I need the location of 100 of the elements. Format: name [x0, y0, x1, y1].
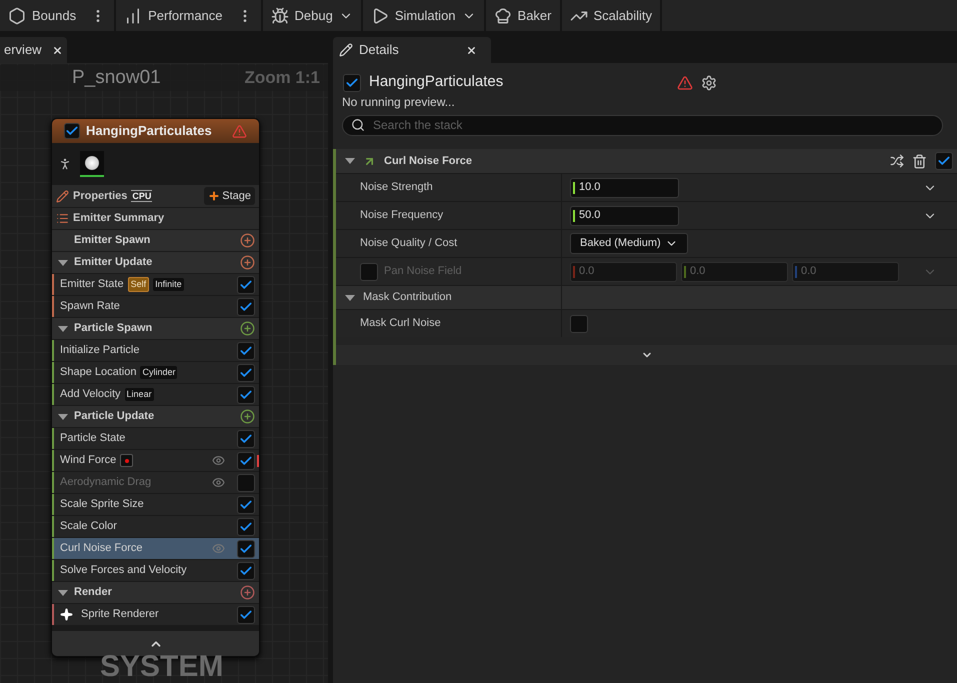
plus-icon	[208, 190, 220, 202]
check-icon	[937, 154, 951, 168]
checkbox[interactable]	[935, 152, 953, 170]
checkbox[interactable]	[237, 474, 255, 492]
module-row[interactable]: Sprite Renderer	[52, 603, 259, 625]
module-tag: Cylinder	[140, 366, 178, 379]
properties-label: Properties	[73, 188, 128, 204]
toolbar-icon	[270, 6, 289, 24]
checkbox[interactable]	[237, 452, 255, 470]
particle-thumbnail	[80, 151, 104, 177]
checkbox[interactable]	[237, 364, 255, 382]
close-icon[interactable]	[466, 44, 477, 56]
module-name: Scale Color	[60, 519, 117, 534]
toolbar-icon	[494, 6, 512, 24]
checkbox[interactable]	[237, 276, 255, 294]
module-name: Spawn Rate	[60, 299, 120, 314]
toolbar-button[interactable]: Bounds	[8, 6, 76, 26]
checkbox[interactable]	[237, 386, 255, 404]
list-icon	[56, 212, 69, 225]
module-row[interactable]: Solve Forces and Velocity	[52, 559, 259, 581]
add-module-icon[interactable]	[240, 255, 255, 270]
module-tag: Self	[128, 277, 150, 292]
shuffle-icon[interactable]	[890, 154, 904, 168]
module-tag: Linear	[124, 388, 154, 401]
add-module-icon[interactable]	[240, 321, 255, 336]
module-tag: Infinite	[153, 278, 184, 291]
dropdown[interactable]: Baked (Medium)	[570, 233, 688, 254]
checkbox[interactable]	[237, 496, 255, 514]
pencil-icon	[339, 43, 353, 57]
checkbox[interactable]	[237, 540, 255, 558]
expand-arrow-icon[interactable]	[58, 414, 68, 420]
graph-watermark: SYSTEM	[100, 651, 224, 683]
toolbar-button[interactable]: Baker	[494, 6, 552, 26]
preview-status: No running preview...	[341, 94, 456, 111]
toolbar-icon	[8, 6, 26, 24]
expand-arrow-icon[interactable]	[58, 260, 68, 266]
expand-arrow-icon[interactable]	[345, 294, 355, 300]
expand-arrow-icon[interactable]	[58, 326, 68, 332]
checkbox[interactable]	[237, 562, 255, 580]
checkbox[interactable]	[237, 606, 255, 624]
search-icon	[351, 118, 365, 132]
module-name: Aerodynamic Drag	[60, 475, 152, 490]
zoom-level: Zoom 1:1	[244, 67, 320, 90]
toolbar-button[interactable]: Simulation	[370, 6, 476, 26]
person-icon	[58, 157, 72, 171]
pencil-icon	[56, 190, 69, 202]
search-field[interactable]: Search the stack	[342, 114, 943, 136]
graph-title: P_snow01	[72, 66, 161, 90]
close-icon[interactable]	[52, 44, 63, 56]
check-icon	[239, 608, 253, 622]
check-icon	[239, 454, 253, 468]
panel-tab[interactable]: Details	[333, 37, 491, 63]
panel-tab[interactable]: erview	[0, 37, 67, 63]
module-name: Curl Noise Force	[60, 541, 143, 556]
check-icon	[239, 300, 253, 314]
module-row[interactable]: Curl Noise Force	[52, 537, 259, 559]
toolbar-button[interactable]: Performance	[124, 6, 223, 26]
module-row[interactable]: Particle State	[52, 427, 259, 449]
module-row[interactable]: Spawn Rate	[52, 295, 259, 317]
module-row[interactable]: Add Velocity Linear	[52, 383, 259, 405]
emitter-name: HangingParticulates	[86, 122, 213, 140]
settings-icon[interactable]	[701, 74, 717, 90]
expand-arrow-icon[interactable]	[345, 158, 355, 164]
category-label[interactable]: Mask Contribution	[363, 289, 452, 306]
add-module-icon[interactable]	[240, 585, 255, 600]
add-stage-button[interactable]: Stage	[204, 187, 255, 205]
number-field[interactable]: 50.0	[570, 206, 679, 226]
param-label: Mask Curl Noise	[336, 310, 562, 337]
module-row[interactable]: Scale Sprite Size	[52, 493, 259, 515]
checkbox[interactable]	[237, 430, 255, 448]
sim-target-badge: CPU	[131, 190, 152, 202]
module-row[interactable]: Initialize Particle	[52, 339, 259, 361]
module-row[interactable]: Wind Force	[52, 449, 259, 471]
search-input[interactable]: Search the stack	[373, 116, 934, 134]
checkbox[interactable]	[237, 298, 255, 316]
number-field[interactable]: 10.0	[570, 178, 679, 198]
param-label: Pan Noise Field	[384, 264, 462, 280]
toolbar-button[interactable]: Debug	[270, 6, 353, 26]
module-name: Particle State	[60, 431, 126, 446]
module-row[interactable]: Scale Color	[52, 515, 259, 537]
checkbox[interactable]	[237, 342, 255, 360]
visibility-icon[interactable]	[212, 476, 225, 489]
module-row[interactable]: Emitter State Self Infinite	[52, 273, 259, 295]
checkbox[interactable]	[360, 262, 378, 280]
checkbox[interactable]	[343, 74, 361, 92]
module-name: Add Velocity	[60, 387, 121, 402]
check-icon	[239, 344, 253, 358]
checkbox[interactable]	[64, 123, 80, 139]
add-module-icon[interactable]	[240, 409, 255, 424]
checkbox[interactable]	[570, 314, 588, 332]
toolbar-button[interactable]: Scalability	[570, 6, 652, 26]
delete-icon[interactable]	[912, 154, 927, 168]
checkbox[interactable]	[237, 518, 255, 536]
visibility-icon[interactable]	[212, 454, 225, 467]
module-row[interactable]: Shape Location Cylinder	[52, 361, 259, 383]
module-name: Solve Forces and Velocity	[60, 563, 187, 578]
check-icon	[239, 564, 253, 578]
check-icon	[65, 124, 79, 138]
add-module-icon[interactable]	[240, 233, 255, 248]
expand-arrow-icon[interactable]	[58, 590, 68, 596]
